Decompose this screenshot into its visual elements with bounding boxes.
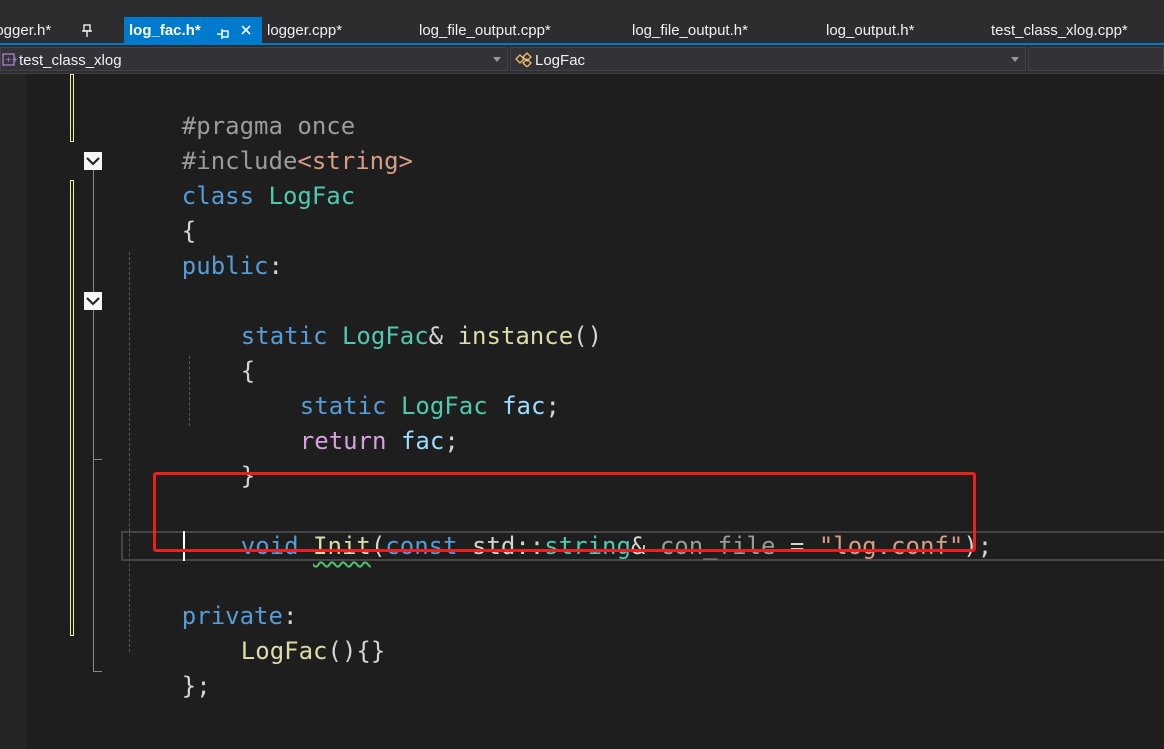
punctuation: () bbox=[573, 322, 603, 350]
collapse-class-icon[interactable] bbox=[84, 152, 102, 170]
project-dropdown[interactable]: ++ test_class_xlog bbox=[0, 47, 508, 71]
tab-logger-cpp[interactable]: logger.cpp* bbox=[267, 17, 377, 43]
code-line-3: class LogFac bbox=[124, 144, 355, 210]
change-indicator bbox=[70, 74, 74, 142]
tab-label: log_fac.h* bbox=[129, 22, 201, 39]
tab-log-file-output-h[interactable]: log_file_output.h* bbox=[632, 17, 782, 43]
variable-name: fac bbox=[400, 427, 445, 455]
tab-test-class-xlog-cpp[interactable]: test_class_xlog.cpp* bbox=[991, 17, 1161, 43]
tab-label: log_file_output.h* bbox=[632, 22, 748, 39]
member-dropdown[interactable] bbox=[1028, 47, 1164, 71]
code-line-17: }; bbox=[124, 634, 211, 700]
code-line-10: return fac; bbox=[242, 389, 459, 455]
indicator-margin bbox=[0, 74, 26, 749]
code-line-9: static LogFac fac; bbox=[242, 354, 560, 420]
tab-label: test_class_xlog.cpp* bbox=[991, 22, 1128, 39]
tab-log-output-h[interactable]: log_output.h* bbox=[826, 17, 956, 43]
code-line-1: #pragma once bbox=[124, 74, 355, 140]
outline-end bbox=[93, 459, 102, 460]
punctuation: ; bbox=[444, 427, 459, 455]
project-name: test_class_xlog bbox=[19, 52, 122, 69]
code-line-16: LogFac(){} bbox=[183, 599, 386, 665]
access-specifier: public bbox=[181, 252, 269, 280]
navigation-bar: ++ test_class_xlog LogFac bbox=[0, 45, 1164, 74]
code-line-4: { bbox=[124, 179, 196, 245]
pin-icon[interactable] bbox=[217, 24, 229, 45]
close-icon[interactable] bbox=[239, 17, 253, 45]
tab-label: log_output.h* bbox=[826, 22, 915, 39]
document-tab-strip: logger.h* log_fac.h* logger.cpp* log_f bbox=[0, 0, 1164, 45]
brace: }; bbox=[181, 672, 211, 700]
code-line-7: static LogFac& instance() bbox=[183, 284, 602, 350]
code-line-15: private: bbox=[124, 564, 298, 630]
scope-name: LogFac bbox=[535, 52, 586, 69]
tab-log-fac-h[interactable]: log_fac.h* bbox=[124, 17, 262, 43]
punctuation: ; bbox=[545, 392, 560, 420]
collapse-function-icon[interactable] bbox=[84, 292, 102, 310]
outline-end bbox=[93, 671, 102, 672]
chevron-down-icon bbox=[493, 57, 501, 62]
chevron-down-icon bbox=[1011, 57, 1019, 62]
code-line-8: { bbox=[183, 319, 255, 385]
class-name: LogFac bbox=[268, 182, 356, 210]
tab-log-file-output-cpp[interactable]: log_file_output.cpp* bbox=[419, 17, 589, 43]
code-editor[interactable]: #pragma once #include<string> class LogF… bbox=[0, 74, 1164, 749]
function-name: instance bbox=[457, 322, 574, 350]
highlight-annotation-box bbox=[153, 472, 976, 552]
keyword: return bbox=[299, 427, 387, 455]
tab-label: logger.cpp* bbox=[267, 22, 343, 39]
tab-label: logger.h* bbox=[0, 22, 52, 39]
tab-logger-h[interactable]: logger.h* bbox=[0, 17, 70, 43]
outline-line bbox=[93, 170, 94, 671]
code-line-5: public: bbox=[124, 214, 283, 280]
project-icon: ++ bbox=[2, 52, 18, 67]
scope-dropdown[interactable]: LogFac bbox=[510, 47, 1026, 71]
punctuation: (){} bbox=[327, 637, 386, 665]
code-line-11: } bbox=[183, 424, 255, 490]
svg-text:++: ++ bbox=[5, 55, 17, 64]
punctuation: & bbox=[428, 322, 458, 350]
class-name: LogFac bbox=[341, 322, 429, 350]
constructor-name: LogFac bbox=[240, 637, 328, 665]
punctuation: : bbox=[268, 252, 283, 280]
pin-icon[interactable] bbox=[78, 18, 94, 44]
class-icon bbox=[515, 52, 532, 68]
variable-name: fac bbox=[502, 392, 546, 420]
change-indicator bbox=[70, 180, 74, 636]
tab-label: log_file_output.cpp* bbox=[419, 22, 551, 39]
code-line-2: #include<string> bbox=[124, 109, 413, 175]
